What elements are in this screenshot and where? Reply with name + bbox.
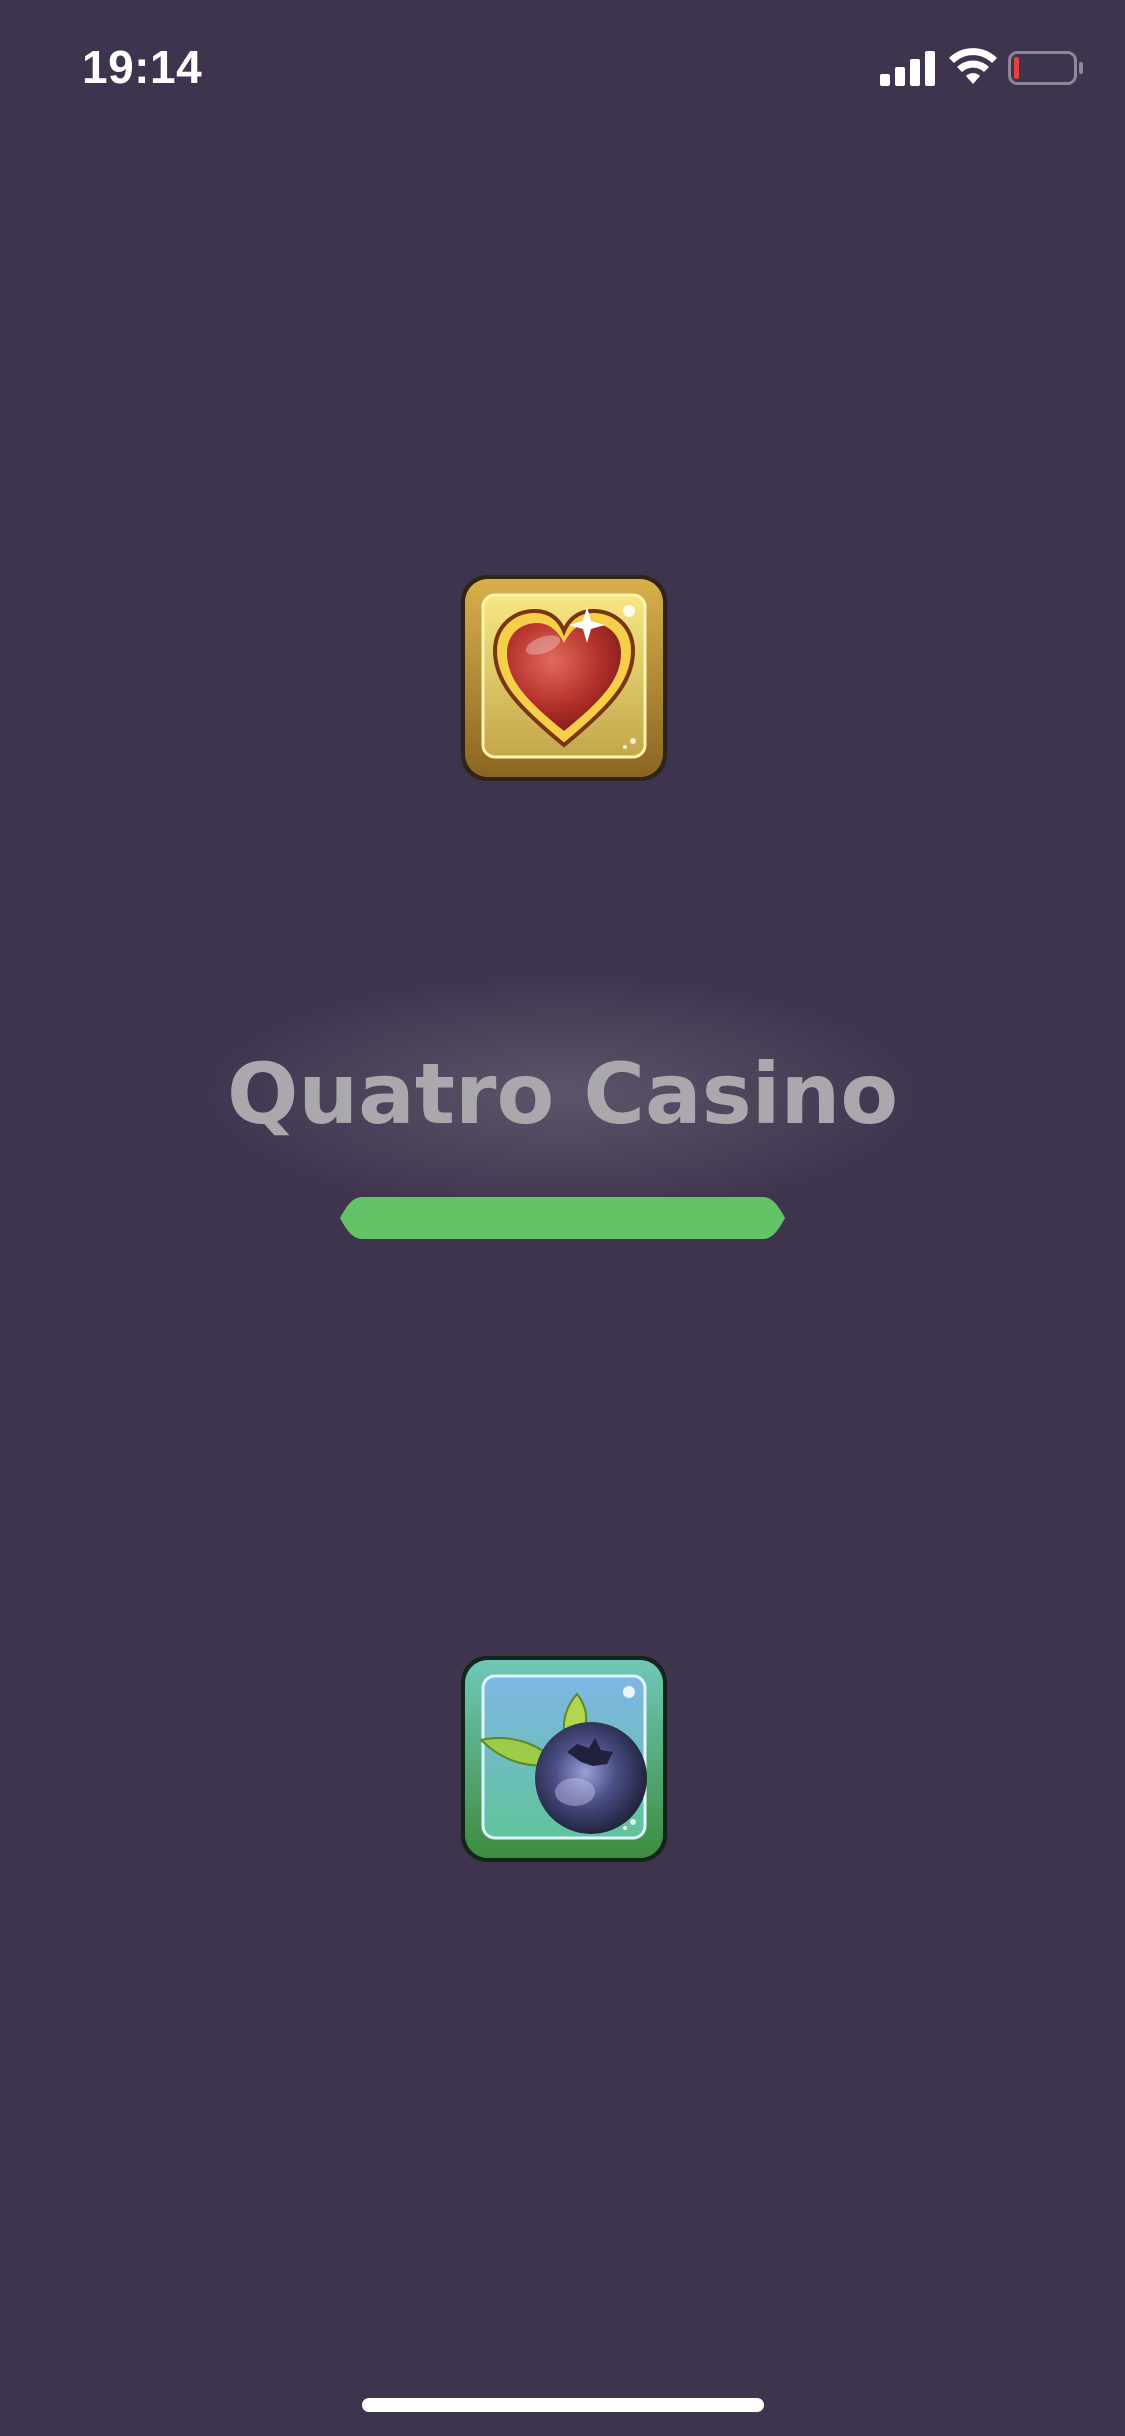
home-indicator: [362, 2398, 764, 2412]
app-title: Quatro Casino: [226, 1045, 899, 1143]
cellular-signal-icon: [880, 51, 935, 86]
splash-screen: 19:14 Quatro Casino: [0, 0, 1125, 2436]
wifi-icon: [949, 48, 997, 84]
loading-progress-bar: [340, 1197, 785, 1239]
blueberry-tile-icon: [461, 1656, 667, 1862]
battery-low-icon: [1008, 51, 1083, 85]
status-bar: 19:14: [0, 0, 1125, 140]
status-time: 19:14: [82, 41, 203, 93]
loading-progress-fill: [340, 1197, 785, 1239]
heart-tile-icon: [461, 575, 667, 781]
